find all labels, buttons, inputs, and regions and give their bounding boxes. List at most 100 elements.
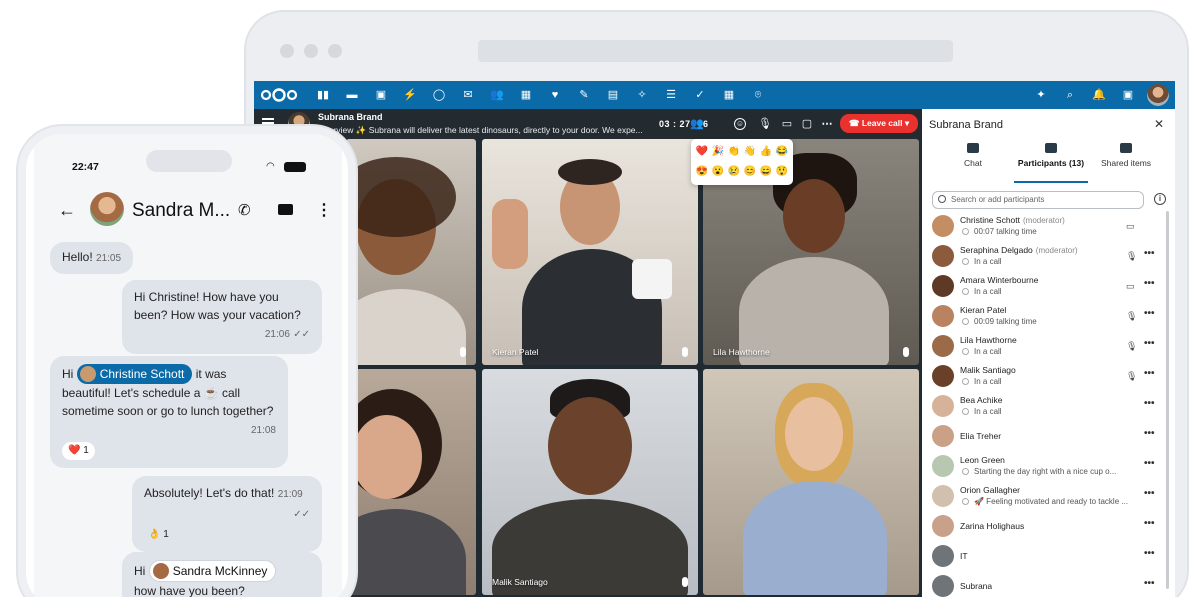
phone-call-icon[interactable]: ✆	[238, 201, 251, 219]
participant-row[interactable]: Kieran Patel 00:09 talking time 🎙 •••	[932, 303, 1158, 331]
notes-icon[interactable]: ✎	[577, 88, 591, 102]
leave-call-button[interactable]: ☎ Leave call ▾	[840, 114, 918, 133]
reactions-button[interactable]: ☺	[734, 118, 746, 130]
participant-more-button[interactable]: •••	[1144, 338, 1155, 349]
message-text: Hi Christine! How have you been? How was…	[134, 290, 301, 322]
participant-more-button[interactable]: •••	[1144, 488, 1155, 499]
message-bubble[interactable]: Absolutely! Let's do that! 21:09 ✓✓ 👌 1	[132, 476, 322, 552]
participants-count: 6	[703, 119, 709, 129]
reaction-smile[interactable]: 😊	[743, 165, 757, 179]
files-icon[interactable]: ▬	[345, 88, 359, 102]
favorites-icon[interactable]: ♥	[548, 88, 562, 102]
reaction-wave[interactable]: 👋	[743, 145, 757, 159]
participant-more-button[interactable]: •••	[1144, 248, 1155, 259]
participant-more-button[interactable]: •••	[1144, 368, 1155, 379]
info-icon[interactable]: i	[1154, 193, 1166, 205]
activity-icon[interactable]: ⚡	[403, 88, 417, 102]
reaction-grin[interactable]: 😄	[759, 165, 773, 179]
more-vertical-icon[interactable]: ⋮	[316, 200, 332, 220]
contacts-icon[interactable]: 👥	[490, 88, 504, 102]
mute-mic-button[interactable]: 🎙	[758, 117, 772, 131]
user-avatar[interactable]	[1147, 84, 1169, 106]
reaction-badge[interactable]: 👌 1	[144, 526, 173, 544]
mention-name: Sandra McKinney	[172, 564, 268, 578]
reaction-heart[interactable]: ❤️	[695, 145, 709, 159]
video-tile[interactable]	[703, 369, 919, 595]
participant-more-button[interactable]: •••	[1144, 578, 1155, 589]
message-bubble[interactable]: Hi Christine Schott it was beautiful! Le…	[50, 356, 288, 468]
participant-more-button[interactable]: •••	[1144, 548, 1155, 559]
close-icon[interactable]: ✕	[1154, 117, 1164, 131]
mention-chip[interactable]: Sandra McKinney	[148, 560, 277, 582]
reaction-party[interactable]: 🎉	[711, 145, 725, 159]
address-bar[interactable]	[478, 40, 953, 62]
search-icon[interactable]: ⌕	[1063, 88, 1077, 102]
message-bubble[interactable]: Hi Christine! How have you been? How was…	[122, 280, 322, 354]
contact-name[interactable]: Sandra M...	[132, 200, 230, 222]
participant-row[interactable]: Malik Santiago In a call 🎙 •••	[932, 363, 1158, 391]
participant-row[interactable]: Leon Green Starting the day right with a …	[932, 453, 1158, 481]
app-topbar: ▮▮ ▬ ▣ ⚡ ◯ ✉ 👥 ▦ ♥ ✎ ▤ ✧ ☰ ✓ ▦ ⌾ ✦ ⌕ 🔔 ▣	[254, 81, 1175, 109]
reaction-astonished[interactable]: 😲	[775, 165, 789, 179]
dashboard-icon[interactable]: ▮▮	[316, 88, 330, 102]
participant-more-button[interactable]: •••	[1144, 518, 1155, 529]
participant-row[interactable]: Christine Schott (moderator) 00:07 talking…	[932, 213, 1158, 241]
more-actions-button[interactable]: ⋯	[820, 117, 834, 131]
participant-row[interactable]: Seraphina Delgado (moderator) In a call 🎙 ••…	[932, 243, 1158, 271]
mail-icon[interactable]: ✉	[461, 88, 475, 102]
call-header: Subrana Brand Overview ✨ Subrana will de…	[254, 109, 922, 139]
screen-share-button[interactable]: ▢	[800, 117, 814, 131]
participant-more-button[interactable]: •••	[1144, 458, 1155, 469]
participant-row[interactable]: Subrana •••	[932, 573, 1158, 597]
video-tile[interactable]: Malik Santiago	[482, 369, 698, 595]
participant-more-button[interactable]: •••	[1144, 308, 1155, 319]
tab-participants[interactable]: Participants (13)	[1012, 143, 1090, 168]
assistant-icon[interactable]: ✧	[635, 88, 649, 102]
participant-row[interactable]: Bea Achike In a call •••	[932, 393, 1158, 421]
participant-more-button[interactable]: •••	[1144, 428, 1155, 439]
contacts-menu-icon[interactable]: ▣	[1121, 88, 1135, 102]
video-call-icon[interactable]	[278, 204, 293, 215]
back-arrow-icon[interactable]: ←	[58, 200, 76, 221]
video-tile[interactable]	[346, 369, 476, 595]
participant-more-button[interactable]: •••	[1144, 398, 1155, 409]
checklist-icon[interactable]: ✓	[693, 88, 707, 102]
participant-row[interactable]: Amara Winterbourne In a call ▭ •••	[932, 273, 1158, 301]
calendar-icon[interactable]: ▦	[519, 88, 533, 102]
notifications-icon[interactable]: 🔔	[1092, 88, 1106, 102]
message-bubble[interactable]: Hello! 21:05	[50, 242, 134, 274]
microphone-icon: 🎙	[1126, 311, 1138, 321]
nextcloud-logo-icon[interactable]	[260, 88, 298, 102]
reaction-clap[interactable]: 👏	[727, 145, 741, 159]
scrollbar[interactable]	[1166, 211, 1169, 589]
video-tile[interactable]: Kieran Patel	[482, 139, 698, 365]
participant-row[interactable]: Lila Hawthorne In a call 🎙 •••	[932, 333, 1158, 361]
reaction-surprised[interactable]: 😮	[711, 165, 725, 179]
tables-icon[interactable]: ▦	[722, 88, 736, 102]
mention-chip[interactable]: Christine Schott	[76, 364, 193, 384]
tab-chat[interactable]: Chat	[958, 143, 988, 168]
photos-icon[interactable]: ▣	[374, 88, 388, 102]
reaction-love-eyes[interactable]: 😍	[695, 165, 709, 179]
video-tile[interactable]: e	[346, 139, 476, 365]
talk-icon[interactable]: ◯	[432, 88, 446, 102]
tasks-icon[interactable]: ☰	[664, 88, 678, 102]
participant-row[interactable]: Orion Gallagher 🚀 Feeling motivated and r…	[932, 483, 1158, 511]
reaction-sad[interactable]: 😢	[727, 165, 741, 179]
deck-icon[interactable]: ▤	[606, 88, 620, 102]
maps-icon[interactable]: ⌾	[751, 88, 765, 102]
camera-off-button[interactable]: ▭	[780, 117, 794, 131]
participant-row[interactable]: IT •••	[932, 543, 1158, 571]
reaction-badge[interactable]: ❤️ 1	[62, 442, 95, 460]
participant-more-button[interactable]: •••	[1144, 278, 1155, 289]
participants-icon[interactable]: 👥	[690, 117, 704, 131]
message-bubble[interactable]: Hi Sandra McKinney how have you been?	[122, 552, 322, 597]
participant-row[interactable]: Elia Treher •••	[932, 423, 1158, 451]
contact-avatar[interactable]	[90, 192, 124, 226]
participant-search-input[interactable]: Search or add participants	[932, 191, 1144, 209]
ai-icon[interactable]: ✦	[1034, 88, 1048, 102]
participant-row[interactable]: Zarina Holighaus •••	[932, 513, 1158, 541]
tab-shared-items[interactable]: Shared items	[1098, 143, 1154, 168]
reaction-thumbs-up[interactable]: 👍	[759, 145, 773, 159]
reaction-laugh[interactable]: 😂	[775, 145, 789, 159]
